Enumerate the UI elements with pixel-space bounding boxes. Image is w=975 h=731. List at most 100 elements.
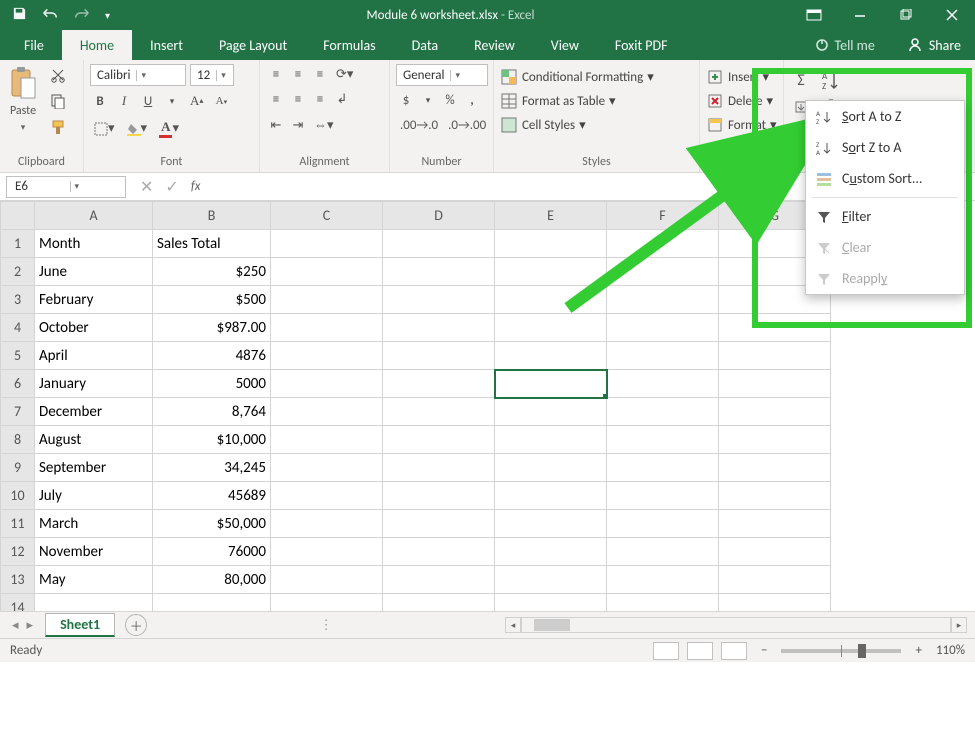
cut-icon[interactable] — [46, 64, 70, 86]
cell[interactable] — [495, 538, 607, 566]
cell[interactable]: $250 — [153, 258, 271, 286]
cell[interactable] — [383, 370, 495, 398]
cell[interactable]: $987.00 — [153, 314, 271, 342]
col-header-a[interactable]: A — [35, 202, 153, 230]
add-sheet-button[interactable]: ＋ — [125, 614, 147, 636]
col-header-c[interactable]: C — [271, 202, 383, 230]
tab-home[interactable]: Home — [62, 30, 132, 60]
cell[interactable] — [271, 426, 383, 454]
font-color-icon[interactable]: A▾ — [155, 116, 183, 141]
cell[interactable] — [719, 538, 831, 566]
cell[interactable] — [271, 538, 383, 566]
row-header[interactable]: 5 — [1, 342, 35, 370]
row-header[interactable]: 2 — [1, 258, 35, 286]
cancel-formula-icon[interactable]: ✕ — [140, 177, 153, 197]
horizontal-scrollbar[interactable]: ◂ ▸ — [505, 617, 975, 633]
align-right-icon[interactable]: ≡ — [310, 89, 330, 110]
select-all-corner[interactable] — [1, 202, 35, 230]
tell-me[interactable]: Tell me — [797, 30, 893, 60]
row-header[interactable]: 4 — [1, 314, 35, 342]
cell[interactable] — [495, 342, 607, 370]
cell[interactable]: 5000 — [153, 370, 271, 398]
comma-format-icon[interactable]: , — [462, 90, 482, 111]
cell[interactable] — [271, 314, 383, 342]
cell[interactable]: December — [35, 398, 153, 426]
cell[interactable] — [35, 594, 153, 612]
menu-filter[interactable]: Filter — [806, 201, 964, 232]
menu-sort-az[interactable]: AZ Sort A to Z — [806, 101, 964, 132]
chevron-down-icon[interactable]: ▾ — [418, 91, 438, 111]
view-page-break-icon[interactable] — [721, 642, 747, 660]
cell[interactable]: July — [35, 482, 153, 510]
cell[interactable] — [607, 454, 719, 482]
tab-insert[interactable]: Insert — [132, 30, 201, 60]
cell[interactable] — [495, 398, 607, 426]
row-header[interactable]: 7 — [1, 398, 35, 426]
merge-center-icon[interactable]: ⇔▾ — [310, 114, 338, 136]
italic-button[interactable]: I — [114, 90, 134, 112]
align-middle-icon[interactable]: ≡ — [288, 64, 308, 85]
percent-format-icon[interactable]: % — [440, 90, 460, 111]
cell[interactable]: October — [35, 314, 153, 342]
cell[interactable] — [719, 566, 831, 594]
cell[interactable] — [607, 510, 719, 538]
cell[interactable] — [383, 258, 495, 286]
cell[interactable] — [495, 426, 607, 454]
cell[interactable] — [383, 398, 495, 426]
row-header[interactable]: 6 — [1, 370, 35, 398]
cell[interactable] — [383, 594, 495, 612]
ribbon-display-options-icon[interactable] — [791, 0, 837, 30]
row-header[interactable]: 3 — [1, 286, 35, 314]
cell[interactable] — [495, 594, 607, 612]
save-icon[interactable] — [12, 6, 27, 25]
cell[interactable]: 76000 — [153, 538, 271, 566]
enter-formula-icon[interactable]: ✓ — [165, 177, 178, 197]
cell[interactable] — [383, 342, 495, 370]
menu-custom-sort[interactable]: Custom Sort... — [806, 163, 964, 194]
underline-button[interactable]: U — [138, 91, 158, 112]
tab-page-layout[interactable]: Page Layout — [201, 30, 305, 60]
format-painter-icon[interactable] — [46, 116, 70, 138]
cell[interactable] — [271, 342, 383, 370]
cell[interactable] — [719, 342, 831, 370]
cell[interactable]: $10,000 — [153, 426, 271, 454]
share-button[interactable]: Share — [893, 30, 975, 60]
cell[interactable] — [383, 482, 495, 510]
cell[interactable] — [607, 398, 719, 426]
cell[interactable]: 34,245 — [153, 454, 271, 482]
cell[interactable] — [383, 426, 495, 454]
tab-review[interactable]: Review — [456, 30, 533, 60]
view-page-layout-icon[interactable] — [687, 642, 713, 660]
maximize-button[interactable] — [883, 0, 929, 30]
cell[interactable] — [383, 538, 495, 566]
tab-view[interactable]: View — [533, 30, 597, 60]
customize-qat-icon[interactable]: ▾ — [105, 9, 110, 22]
col-header-b[interactable]: B — [153, 202, 271, 230]
cell[interactable] — [271, 594, 383, 612]
tab-data[interactable]: Data — [394, 30, 456, 60]
cell[interactable] — [383, 566, 495, 594]
cell[interactable] — [719, 510, 831, 538]
sheet-tab-active[interactable]: Sheet1 — [45, 613, 115, 637]
cell[interactable] — [719, 594, 831, 612]
close-button[interactable] — [929, 0, 975, 30]
row-header[interactable]: 8 — [1, 426, 35, 454]
view-normal-icon[interactable] — [653, 642, 679, 660]
row-header[interactable]: 11 — [1, 510, 35, 538]
cell[interactable] — [495, 510, 607, 538]
scroll-left-icon[interactable]: ◂ — [505, 617, 521, 633]
scroll-right-icon[interactable]: ▸ — [951, 617, 967, 633]
cell[interactable] — [719, 454, 831, 482]
cell[interactable]: April — [35, 342, 153, 370]
cell[interactable]: January — [35, 370, 153, 398]
row-header[interactable]: 12 — [1, 538, 35, 566]
cell[interactable]: 8,764 — [153, 398, 271, 426]
cell[interactable] — [271, 566, 383, 594]
undo-icon[interactable] — [41, 6, 59, 24]
row-header[interactable]: 14 — [1, 594, 35, 612]
orientation-icon[interactable]: ⟳▾ — [332, 64, 357, 85]
cell[interactable] — [495, 370, 607, 398]
cell[interactable]: June — [35, 258, 153, 286]
cell[interactable] — [719, 482, 831, 510]
decrease-decimal-icon[interactable]: .0→.00 — [444, 115, 490, 136]
